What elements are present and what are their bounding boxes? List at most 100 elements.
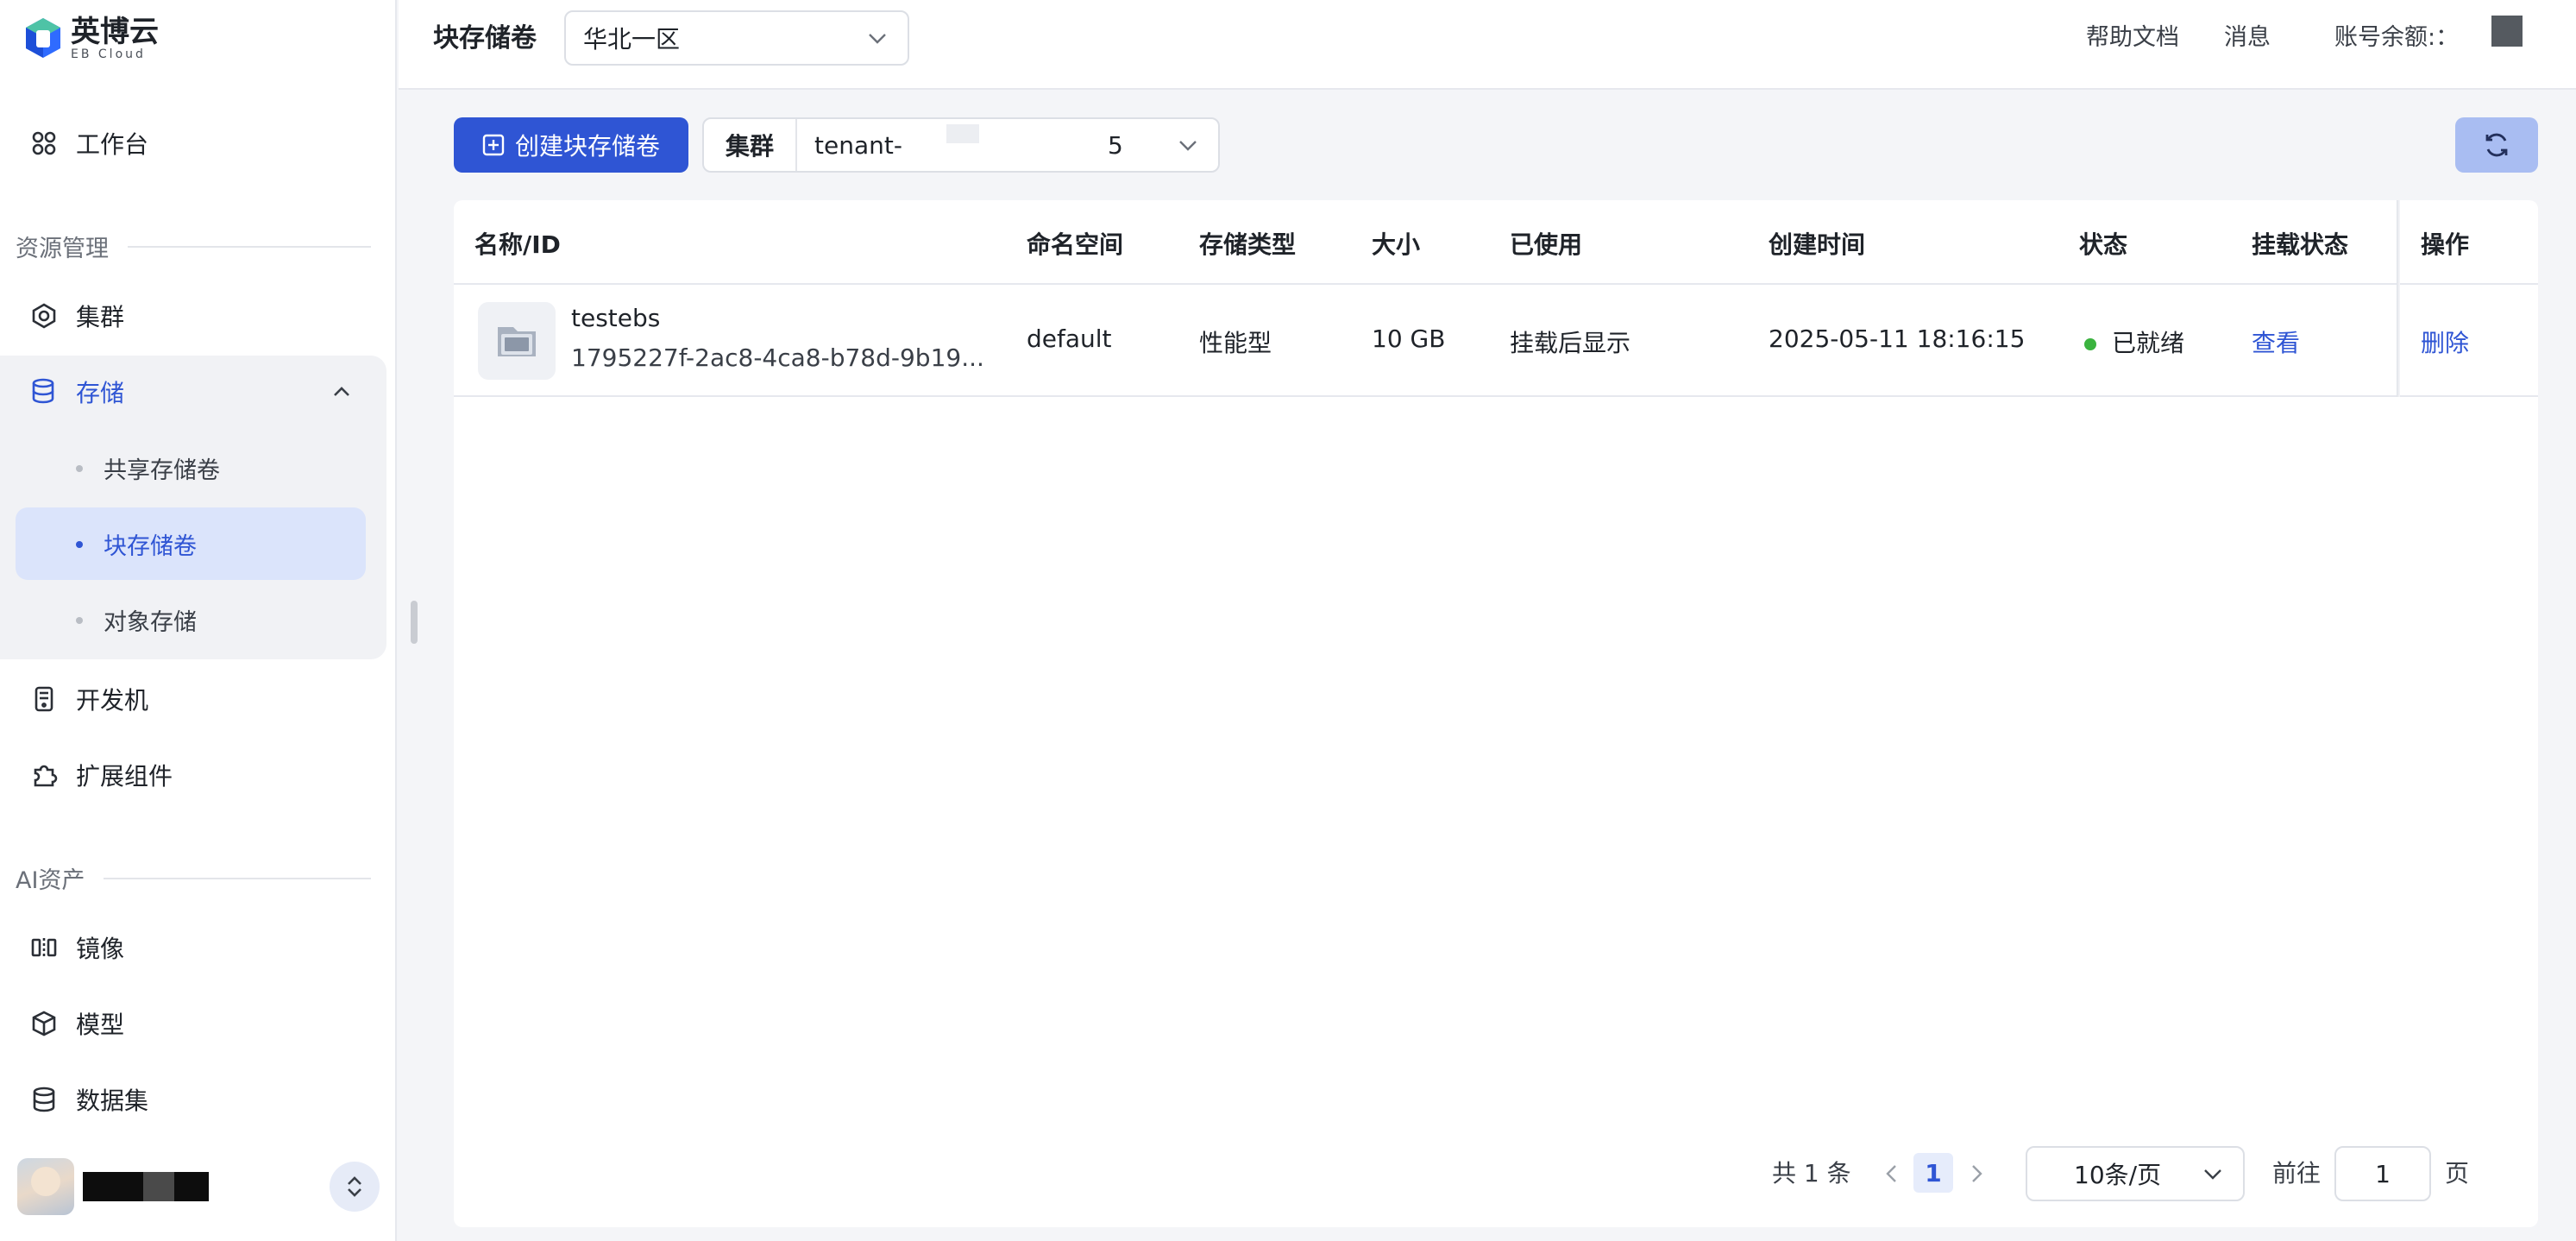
- messages-link[interactable]: 消息: [2224, 21, 2271, 55]
- sidebar-item-shared-volume[interactable]: 共享存储卷: [16, 432, 366, 504]
- sidebar-resize-handle[interactable]: [411, 601, 418, 644]
- table-row: testebs 1795227f-2ac8-4ca8-b78d-9b19... …: [454, 285, 2538, 397]
- sidebar-item-label: 共享存储卷: [104, 457, 220, 484]
- top-bar: 块存储卷 华北一区 帮助文档 消息 账号余额:：: [399, 0, 2576, 90]
- cluster-icon: [29, 301, 59, 331]
- mirror-icon: [29, 933, 59, 962]
- view-mount-link[interactable]: 查看: [2252, 324, 2300, 359]
- used-cell: 挂载后显示: [1510, 329, 1631, 357]
- user-name-redacted: [83, 1172, 209, 1201]
- chevron-down-icon: [869, 34, 886, 44]
- cube-icon: [29, 1009, 59, 1038]
- sidebar-item-label: 存储: [76, 379, 125, 407]
- brand-name: 英博云: [71, 15, 159, 49]
- refresh-button[interactable]: [2455, 117, 2538, 173]
- column-header: 挂载状态: [2252, 230, 2349, 259]
- region-select[interactable]: 华北一区: [564, 10, 909, 66]
- sidebar-item-label: 工作台: [76, 130, 149, 159]
- goto-page-input[interactable]: 1: [2334, 1146, 2431, 1201]
- sidebar-item-label: 数据集: [76, 1087, 149, 1115]
- volume-id: 1795227f-2ac8-4ca8-b78d-9b19...: [571, 343, 984, 372]
- sidebar-item-label: 集群: [76, 303, 125, 331]
- volume-table: 名称/ID 命名空间 存储类型 大小 已使用 创建时间 状态 挂载状态 操作 t…: [454, 200, 2538, 1227]
- section-label-resources: 资源管理: [16, 230, 371, 263]
- cluster-value-suffix: 5: [1108, 130, 1123, 160]
- sidebar-item-extensions[interactable]: 扩展组件: [16, 739, 386, 811]
- page-size-value: 10条/页: [2074, 1161, 2162, 1189]
- plus-square-icon: [482, 134, 505, 156]
- column-header: 名称/ID: [474, 230, 561, 259]
- sidebar-item-dataset[interactable]: 数据集: [16, 1063, 386, 1136]
- sidebar-item-storage[interactable]: 存储: [16, 356, 371, 428]
- column-header: 创建时间: [1769, 230, 1866, 259]
- sidebar-item-image[interactable]: 镜像: [16, 911, 386, 984]
- column-header: 存储类型: [1199, 230, 1297, 259]
- column-header: 已使用: [1510, 230, 1583, 259]
- refresh-icon: [2485, 133, 2508, 157]
- chevron-up-icon: [334, 387, 349, 396]
- page-number-current[interactable]: 1: [1913, 1153, 1953, 1193]
- page-suffix: 页: [2445, 1159, 2470, 1187]
- storage-type-cell: 性能型: [1199, 329, 1272, 357]
- region-value: 华北一区: [583, 25, 681, 54]
- page-size-select[interactable]: 10条/页: [2026, 1146, 2245, 1201]
- sidebar-group-storage: 存储 共享存储卷 块存储卷 对象存储: [0, 356, 386, 659]
- page-title: 块存储卷: [433, 23, 537, 54]
- fixed-column-divider: [2397, 200, 2400, 397]
- prev-page-icon[interactable]: [1882, 1162, 1901, 1186]
- sidebar-item-label: 模型: [76, 1011, 125, 1039]
- create-block-volume-button[interactable]: 创建块存储卷: [454, 117, 688, 173]
- sidebar-item-cluster[interactable]: 集群: [16, 280, 386, 352]
- account-balance[interactable]: 账号余额:：: [2334, 21, 2459, 55]
- delete-button[interactable]: 删除: [2421, 324, 2469, 359]
- cluster-value: tenant-: [814, 130, 902, 160]
- avatar: [17, 1158, 74, 1215]
- grid-icon: [29, 129, 59, 158]
- size-cell: 10 GB: [1372, 324, 1446, 353]
- sidebar-item-workbench[interactable]: 工作台: [16, 107, 386, 180]
- balance-value-redacted: [2491, 16, 2523, 47]
- total-count: 共 1 条: [1772, 1159, 1851, 1187]
- sidebar-item-label: 对象存储: [104, 608, 197, 636]
- sidebar-item-label: 开发机: [76, 686, 149, 715]
- database-icon: [29, 377, 59, 406]
- sidebar: 英博云 EB Cloud 工作台 资源管理 集群 存储 共享存储卷 块存储卷 对…: [0, 0, 397, 1241]
- device-icon: [29, 684, 59, 714]
- volume-thumbnail: [478, 302, 556, 380]
- cluster-select-label: 集群: [704, 119, 797, 171]
- goto-label: 前往: [2272, 1159, 2322, 1187]
- create-button-label: 创建块存储卷: [514, 132, 660, 161]
- brand-logo[interactable]: 英博云 EB Cloud: [24, 16, 159, 60]
- sidebar-item-model[interactable]: 模型: [16, 987, 386, 1060]
- table-header: 名称/ID 命名空间 存储类型 大小 已使用 创建时间 状态 挂载状态 操作: [454, 200, 2538, 285]
- volume-name[interactable]: testebs: [571, 304, 660, 332]
- chevron-updown-icon: [348, 1176, 361, 1197]
- status-dot: [2084, 338, 2096, 350]
- created-time-cell: 2025-05-11 18:16:15: [1769, 324, 2026, 353]
- column-header: 操作: [2421, 230, 2470, 259]
- dataset-icon: [29, 1085, 59, 1114]
- next-page-icon[interactable]: [1967, 1162, 1986, 1186]
- chevron-down-icon: [2204, 1169, 2221, 1180]
- column-header: 大小: [1372, 230, 1421, 259]
- chevron-down-icon: [1179, 141, 1197, 151]
- sidebar-item-block-volume[interactable]: 块存储卷: [16, 507, 366, 580]
- status-badge: 已就绪: [2084, 324, 2184, 359]
- folder-icon: [498, 327, 536, 356]
- namespace-cell: default: [1027, 324, 1112, 353]
- user-profile[interactable]: [17, 1156, 380, 1217]
- section-label-ai-assets: AI资产: [16, 861, 371, 895]
- column-header: 状态: [2079, 230, 2128, 259]
- account-switcher[interactable]: [330, 1162, 380, 1212]
- sidebar-item-label: 块存储卷: [104, 532, 197, 560]
- logo-icon: [26, 18, 60, 58]
- puzzle-icon: [29, 760, 59, 790]
- sidebar-item-devmachine[interactable]: 开发机: [16, 663, 386, 735]
- sidebar-item-label: 镜像: [76, 935, 125, 963]
- brand-name-en: EB Cloud: [71, 47, 146, 61]
- column-header: 命名空间: [1027, 230, 1124, 259]
- help-docs-link[interactable]: 帮助文档: [2086, 21, 2179, 55]
- sidebar-item-object-storage[interactable]: 对象存储: [16, 583, 366, 656]
- sidebar-item-label: 扩展组件: [76, 762, 173, 791]
- cluster-redaction: [946, 124, 979, 143]
